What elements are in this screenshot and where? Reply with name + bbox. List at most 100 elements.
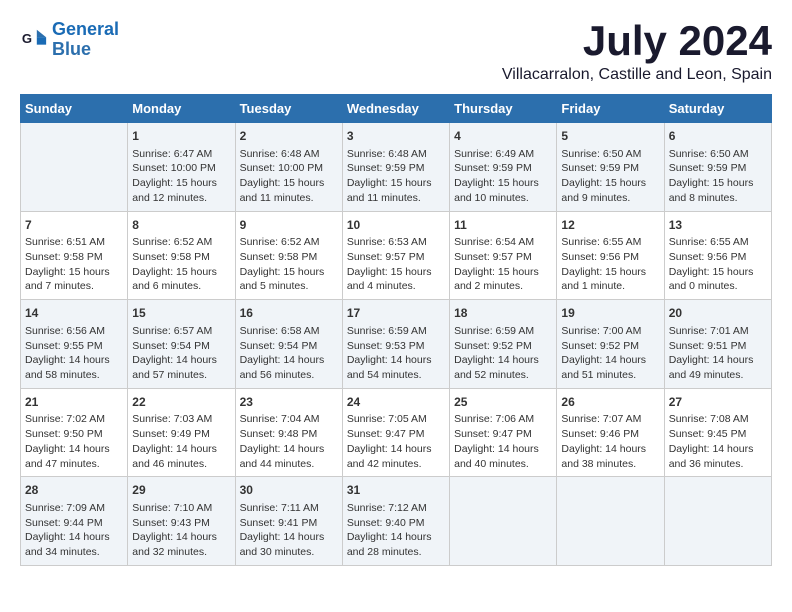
day-number: 13 [669, 217, 767, 234]
calendar-cell: 27Sunrise: 7:08 AMSunset: 9:45 PMDayligh… [664, 388, 771, 477]
day-number: 1 [132, 128, 230, 145]
month-title: July 2024 [502, 20, 772, 62]
day-info: Sunrise: 7:09 AMSunset: 9:44 PMDaylight:… [25, 501, 123, 560]
day-info: Sunrise: 6:55 AMSunset: 9:56 PMDaylight:… [669, 235, 767, 294]
calendar-cell: 5Sunrise: 6:50 AMSunset: 9:59 PMDaylight… [557, 123, 664, 212]
day-info: Sunrise: 6:54 AMSunset: 9:57 PMDaylight:… [454, 235, 552, 294]
calendar-cell: 1 Sunrise: 6:47 AMSunset: 10:00 PMDayligh… [128, 123, 235, 212]
week-row-3: 14 Sunrise: 6:56 AMSunset: 9:55 PMDayligh… [21, 300, 772, 389]
day-info: Sunrise: 7:06 AMSunset: 9:47 PMDaylight:… [454, 412, 552, 471]
day-number: 21 [25, 394, 123, 411]
day-number: 28 [25, 482, 123, 499]
calendar-cell: 4Sunrise: 6:49 AMSunset: 9:59 PMDaylight… [450, 123, 557, 212]
day-number: 24 [347, 394, 445, 411]
week-row-5: 28 Sunrise: 7:09 AMSunset: 9:44 PMDayligh… [21, 477, 772, 566]
day-number: 9 [240, 217, 338, 234]
calendar-cell: 6Sunrise: 6:50 AMSunset: 9:59 PMDaylight… [664, 123, 771, 212]
day-info: Sunrise: 7:07 AMSunset: 9:46 PMDaylight:… [561, 412, 659, 471]
header-tuesday: Tuesday [235, 95, 342, 123]
calendar-cell [557, 477, 664, 566]
title-block: July 2024 Villacarralon, Castille and Le… [502, 20, 772, 84]
day-info: Sunrise: 6:50 AMSunset: 9:59 PMDaylight:… [561, 147, 659, 206]
calendar-cell: 23Sunrise: 7:04 AMSunset: 9:48 PMDayligh… [235, 388, 342, 477]
calendar-cell: 24Sunrise: 7:05 AMSunset: 9:47 PMDayligh… [342, 388, 449, 477]
svg-text:G: G [22, 31, 32, 46]
calendar-cell: 10Sunrise: 6:53 AMSunset: 9:57 PMDayligh… [342, 211, 449, 300]
day-number: 29 [132, 482, 230, 499]
calendar-cell: 3 Sunrise: 6:48 AMSunset: 9:59 PMDaylight… [342, 123, 449, 212]
week-row-2: 7Sunrise: 6:51 AMSunset: 9:58 PMDaylight… [21, 211, 772, 300]
day-number: 3 [347, 128, 445, 145]
header-sunday: Sunday [21, 95, 128, 123]
calendar-cell: 15 Sunrise: 6:57 AMSunset: 9:54 PMDayligh… [128, 300, 235, 389]
day-info: Sunrise: 6:52 AMSunset: 9:58 PMDaylight:… [132, 235, 230, 294]
calendar-cell: 11Sunrise: 6:54 AMSunset: 9:57 PMDayligh… [450, 211, 557, 300]
day-number: 20 [669, 305, 767, 322]
day-info: Sunrise: 6:52 AMSunset: 9:58 PMDaylight:… [240, 235, 338, 294]
week-row-1: 1 Sunrise: 6:47 AMSunset: 10:00 PMDayligh… [21, 123, 772, 212]
day-number: 15 [132, 305, 230, 322]
calendar-cell [664, 477, 771, 566]
calendar-cell: 2 Sunrise: 6:48 AMSunset: 10:00 PMDayligh… [235, 123, 342, 212]
page-header: G General Blue July 2024 Villacarralon, … [20, 20, 772, 84]
day-info: Sunrise: 7:03 AMSunset: 9:49 PMDaylight:… [132, 412, 230, 471]
day-info: Sunrise: 7:08 AMSunset: 9:45 PMDaylight:… [669, 412, 767, 471]
day-info: Sunrise: 6:48 AMSunset: 10:00 PMDaylight… [240, 147, 338, 206]
calendar-cell [21, 123, 128, 212]
day-number: 14 [25, 305, 123, 322]
day-number: 12 [561, 217, 659, 234]
day-info: Sunrise: 7:05 AMSunset: 9:47 PMDaylight:… [347, 412, 445, 471]
calendar-cell: 21Sunrise: 7:02 AMSunset: 9:50 PMDayligh… [21, 388, 128, 477]
week-row-4: 21Sunrise: 7:02 AMSunset: 9:50 PMDayligh… [21, 388, 772, 477]
day-info: Sunrise: 6:59 AMSunset: 9:52 PMDaylight:… [454, 324, 552, 383]
calendar-cell: 25Sunrise: 7:06 AMSunset: 9:47 PMDayligh… [450, 388, 557, 477]
calendar-cell: 28 Sunrise: 7:09 AMSunset: 9:44 PMDayligh… [21, 477, 128, 566]
header-wednesday: Wednesday [342, 95, 449, 123]
day-number: 19 [561, 305, 659, 322]
calendar-cell: 19Sunrise: 7:00 AMSunset: 9:52 PMDayligh… [557, 300, 664, 389]
day-number: 2 [240, 128, 338, 145]
calendar-cell: 17 Sunrise: 6:59 AMSunset: 9:53 PMDayligh… [342, 300, 449, 389]
day-number: 6 [669, 128, 767, 145]
day-info: Sunrise: 7:04 AMSunset: 9:48 PMDaylight:… [240, 412, 338, 471]
day-number: 16 [240, 305, 338, 322]
day-number: 27 [669, 394, 767, 411]
calendar-cell: 7Sunrise: 6:51 AMSunset: 9:58 PMDaylight… [21, 211, 128, 300]
day-info: Sunrise: 6:53 AMSunset: 9:57 PMDaylight:… [347, 235, 445, 294]
day-info: Sunrise: 7:01 AMSunset: 9:51 PMDaylight:… [669, 324, 767, 383]
header-friday: Friday [557, 95, 664, 123]
header-thursday: Thursday [450, 95, 557, 123]
calendar-cell: 29Sunrise: 7:10 AMSunset: 9:43 PMDayligh… [128, 477, 235, 566]
day-number: 26 [561, 394, 659, 411]
day-info: Sunrise: 6:57 AMSunset: 9:54 PMDaylight:… [132, 324, 230, 383]
calendar-cell [450, 477, 557, 566]
day-number: 10 [347, 217, 445, 234]
logo-text: General Blue [52, 20, 119, 60]
calendar-cell: 9Sunrise: 6:52 AMSunset: 9:58 PMDaylight… [235, 211, 342, 300]
day-number: 17 [347, 305, 445, 322]
day-info: Sunrise: 6:48 AMSunset: 9:59 PMDaylight:… [347, 147, 445, 206]
day-number: 11 [454, 217, 552, 234]
day-info: Sunrise: 7:11 AMSunset: 9:41 PMDaylight:… [240, 501, 338, 560]
calendar-cell: 20 Sunrise: 7:01 AMSunset: 9:51 PMDayligh… [664, 300, 771, 389]
day-info: Sunrise: 6:55 AMSunset: 9:56 PMDaylight:… [561, 235, 659, 294]
day-number: 30 [240, 482, 338, 499]
day-number: 4 [454, 128, 552, 145]
day-info: Sunrise: 6:47 AMSunset: 10:00 PMDaylight… [132, 147, 230, 206]
logo-icon: G [20, 26, 48, 54]
location: Villacarralon, Castille and Leon, Spain [502, 66, 772, 84]
day-info: Sunrise: 6:59 AMSunset: 9:53 PMDaylight:… [347, 324, 445, 383]
calendar-header-row: SundayMondayTuesdayWednesdayThursdayFrid… [21, 95, 772, 123]
day-number: 7 [25, 217, 123, 234]
calendar-cell: 31 Sunrise: 7:12 AMSunset: 9:40 PMDayligh… [342, 477, 449, 566]
calendar-cell: 14 Sunrise: 6:56 AMSunset: 9:55 PMDayligh… [21, 300, 128, 389]
calendar-cell: 13Sunrise: 6:55 AMSunset: 9:56 PMDayligh… [664, 211, 771, 300]
day-number: 31 [347, 482, 445, 499]
day-number: 18 [454, 305, 552, 322]
header-saturday: Saturday [664, 95, 771, 123]
day-info: Sunrise: 6:56 AMSunset: 9:55 PMDaylight:… [25, 324, 123, 383]
calendar-table: SundayMondayTuesdayWednesdayThursdayFrid… [20, 94, 772, 566]
day-info: Sunrise: 6:51 AMSunset: 9:58 PMDaylight:… [25, 235, 123, 294]
day-info: Sunrise: 7:12 AMSunset: 9:40 PMDaylight:… [347, 501, 445, 560]
calendar-cell: 16Sunrise: 6:58 AMSunset: 9:54 PMDayligh… [235, 300, 342, 389]
